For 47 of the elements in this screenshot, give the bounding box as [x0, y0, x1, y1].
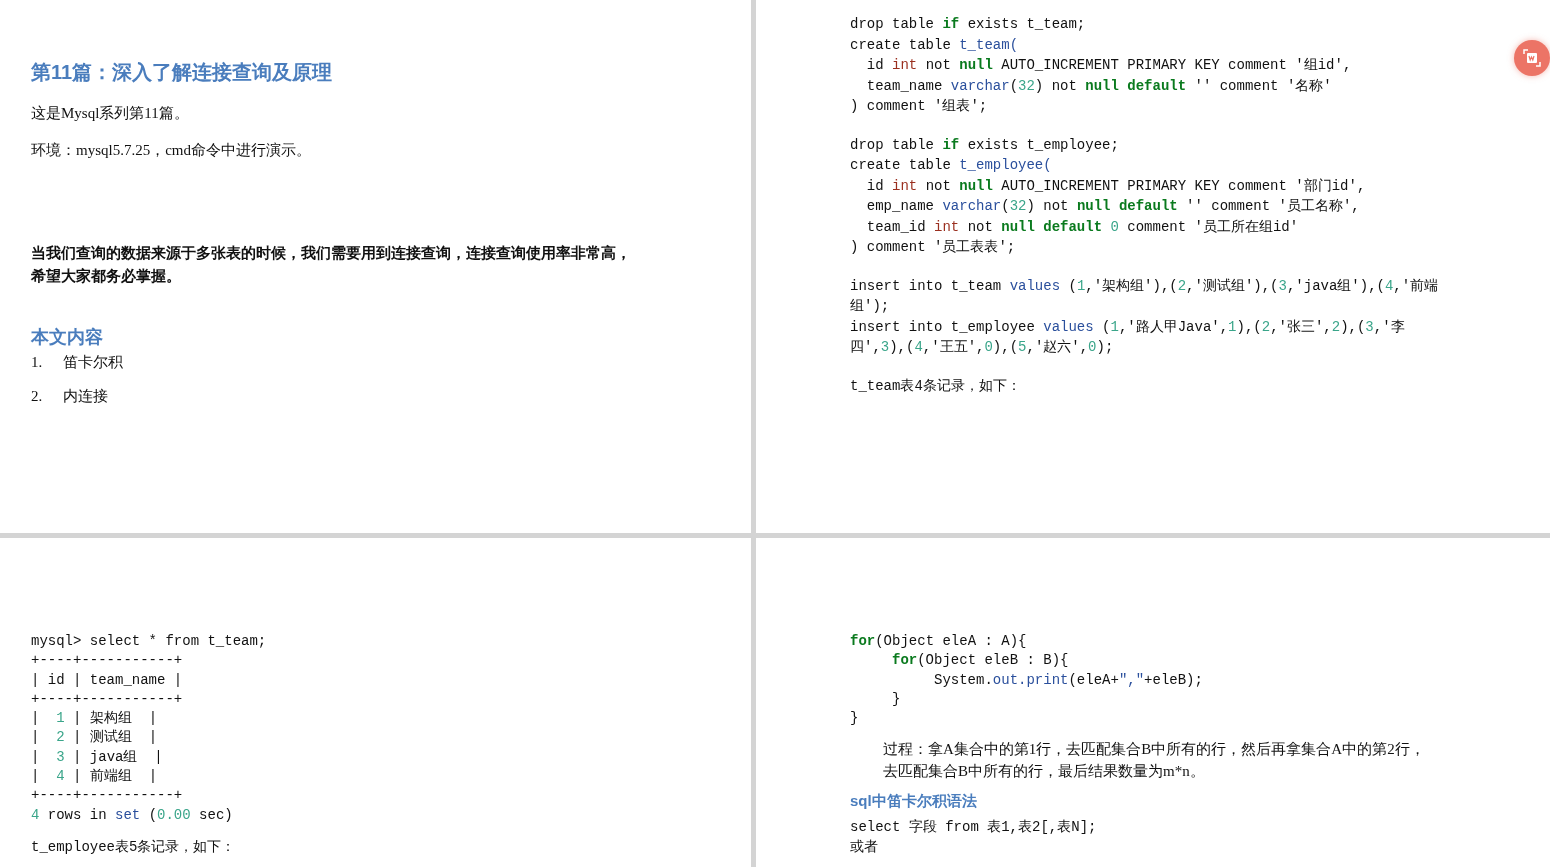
code-line: +----+-----------+ [31, 786, 183, 806]
floating-action-button[interactable] [1514, 40, 1550, 76]
code-line: create table t_team( [850, 35, 1019, 55]
paragraph: 环境：mysql5.7.25，cmd命令中进行演示。 [31, 140, 311, 160]
section-heading: sql中笛卡尔积语法 [850, 792, 977, 811]
code-line: insert into t_employee values (1,'路人甲Java',1),(2,'张三',2),(3,'李 [850, 317, 1405, 337]
code-line: +----+-----------+ [31, 651, 183, 671]
code-line: insert into t_team values (1,'架构组'),(2,'测试组'),(3,'java组'),(4,'前端 [850, 276, 1439, 296]
page-title: 第11篇：深入了解连接查询及原理 [31, 60, 333, 84]
code-line: } [850, 709, 859, 729]
code-line: 或者 [850, 837, 878, 857]
code-line: 组'); [850, 297, 890, 316]
code-line: id int not null AUTO_INCREMENT PRIMARY KEY comment '部门id', [865, 176, 1366, 196]
code-line: | 3 | java组 | [31, 747, 163, 767]
code-line: mysql> select * from t_team; [31, 632, 267, 651]
code-line: | 4 | 前端组 | [31, 767, 158, 787]
list-item-text: 笛卡尔积 [63, 352, 123, 372]
code-line: for(Object eleB : B){ [891, 651, 1069, 671]
list-number: 2. [31, 387, 44, 407]
paragraph: 当我们查询的数据来源于多张表的时候，我们需要用到连接查询，连接查询使用率非常高，希望大家都务必掌握。 [31, 243, 632, 286]
list-number: 1. [31, 352, 44, 372]
code-line: for(Object eleA : A){ [850, 632, 1027, 651]
code-line: System.out.print(eleA+","+eleB); [933, 670, 1203, 690]
code-line: | id | team_name | [31, 670, 183, 690]
paragraph: t_employee表5条记录，如下： [31, 837, 236, 857]
document-icon [1522, 48, 1542, 68]
code-line: select 字段 from 表1,表2[,表N]; [850, 818, 1097, 838]
paragraph: t_team表4条记录，如下： [850, 376, 1021, 396]
code-line: +----+-----------+ [31, 689, 183, 709]
paragraph: 过程：拿A集合中的第1行，去匹配集合B中所有的行，然后再拿集合A中的第2行，去匹配集合B中所有的行，最后结果数量为m*n。 [883, 740, 1426, 782]
code-line: drop table if exists t_employee; [850, 135, 1119, 155]
code-line: id int not null AUTO_INCREMENT PRIMARY KEY comment '组id', [865, 56, 1352, 75]
list-item-text: 内连接 [63, 387, 108, 407]
paragraph: 这是Mysql系列第11篇。 [31, 104, 189, 123]
code-line: ) comment '组表'; [850, 97, 988, 116]
section-heading: 本文内容 [31, 327, 103, 349]
code-line: emp_name varchar(32) not null default '' comment '员工名称', [865, 197, 1360, 216]
code-line: 4 rows in set (0.00 sec) [31, 805, 233, 825]
code-line: team_id int not null default 0 comment '员工所在组id' [865, 217, 1299, 237]
code-line: create table t_employee( [850, 156, 1052, 175]
code-line: } [891, 689, 901, 709]
code-line: 四',3),(4,'王五',0),(5,'赵六',0); [850, 338, 1114, 357]
code-line: drop table if exists t_team; [850, 15, 1086, 34]
code-line: | 1 | 架构组 | [31, 709, 158, 729]
code-line: ) comment '员工表表'; [850, 238, 1016, 257]
code-line: team_name varchar(32) not null default '' comment '名称' [865, 76, 1332, 96]
code-line: | 2 | 测试组 | [31, 728, 158, 748]
